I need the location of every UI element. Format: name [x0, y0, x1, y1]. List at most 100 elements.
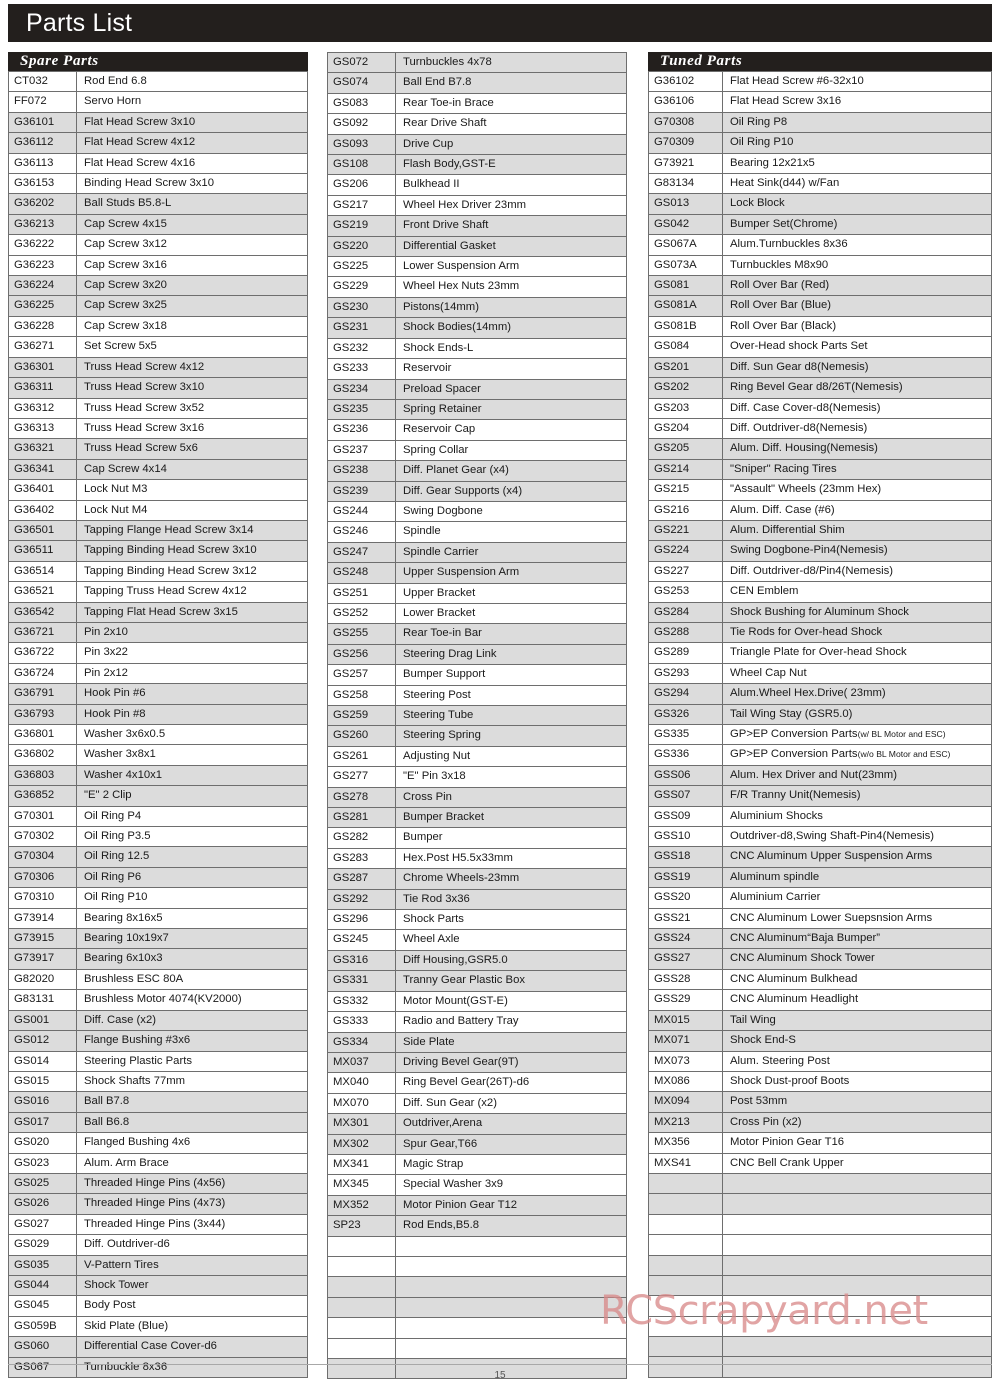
table-row: GS072 Turnbuckles 4x78 — [327, 51, 627, 74]
part-description: Spring Retainer — [395, 398, 627, 421]
part-code: G73921 — [648, 152, 723, 175]
part-description: Diff. Case Cover-d8(Nemesis) — [722, 397, 992, 419]
table-row: GS332 Motor Mount(GST-E) — [327, 990, 627, 1013]
part-code: G36341 — [8, 458, 77, 481]
part-code: GS016 — [8, 1091, 77, 1113]
part-code: MX301 — [327, 1113, 396, 1135]
part-code: GS219 — [327, 215, 396, 237]
table-row: G36852 "E" 2 Clip — [8, 785, 308, 807]
table-row: G36224 Cap Screw 3x20 — [8, 275, 308, 297]
part-description: Special Washer 3x9 — [395, 1174, 627, 1196]
table-row: GS045 Body Post — [8, 1295, 308, 1317]
table-row: GS236 Reservoir Cap — [327, 419, 627, 441]
table-row: GS093 Drive Cup — [327, 133, 627, 156]
part-code: GS332 — [327, 990, 396, 1013]
part-code: GS042 — [648, 213, 723, 236]
table-row: GS203 Diff. Case Cover-d8(Nemesis) — [648, 397, 992, 419]
part-description — [722, 1213, 992, 1236]
part-description: Oil Ring P3.5 — [76, 826, 308, 848]
part-description: Cap Screw 3x18 — [76, 315, 308, 338]
part-code: GS045 — [8, 1295, 77, 1317]
part-code: G36271 — [8, 336, 77, 358]
part-code: GS231 — [327, 317, 396, 339]
table-row: G36222 Cap Screw 3x12 — [8, 234, 308, 256]
table-row: GS283 Hex.Post H5.5x33mm — [327, 847, 627, 870]
part-code: GS035 — [8, 1254, 77, 1276]
part-code: GS017 — [8, 1111, 77, 1134]
part-description: Wheel Axle — [395, 929, 627, 951]
part-code: GS205 — [648, 438, 723, 460]
part-code: GS245 — [327, 929, 396, 951]
part-code: GS244 — [327, 500, 396, 523]
part-code: GS230 — [327, 296, 396, 319]
part-description: Binding Head Screw 3x10 — [76, 173, 308, 195]
part-code: GS289 — [648, 642, 723, 664]
part-code: SP23 — [327, 1215, 396, 1237]
part-description-note: (w/o BL Motor and ESC) — [857, 749, 951, 760]
part-description: Differential Case Cover-d6 — [76, 1336, 308, 1358]
table-row: GSS29 CNC Aluminum Headlight — [648, 989, 992, 1011]
part-description: Magic Strap — [395, 1153, 627, 1176]
table-row: GS293 Wheel Cap Nut — [648, 662, 992, 685]
table-row — [648, 1193, 992, 1215]
table-row: G83134 Heat Sink(d44) w/Fan — [648, 173, 992, 195]
part-code: GSS19 — [648, 866, 723, 889]
part-code: GSS09 — [648, 805, 723, 828]
part-code: GS108 — [327, 154, 396, 176]
part-code: GS203 — [648, 397, 723, 419]
part-code: GS236 — [327, 419, 396, 441]
table-row: G36225 Cap Screw 3x25 — [8, 295, 308, 317]
part-description — [395, 1317, 627, 1339]
table-row: GS081B Roll Over Bar (Black) — [648, 315, 992, 338]
part-description: Swing Dogbone-Pin4(Nemesis) — [722, 540, 992, 562]
table-row: GS025 Threaded Hinge Pins (4x56) — [8, 1172, 308, 1195]
parts-column-2: GS072 Turnbuckles 4x78 GS074 Ball End B7.8 G… — [327, 51, 627, 1380]
part-description: GP>EP Conversion Parts(w/ BL Motor and E… — [722, 723, 992, 746]
table-row: G36311 Truss Head Screw 3x10 — [8, 377, 308, 399]
table-row: GS248 Upper Suspension Arm — [327, 562, 627, 584]
part-description: Ring Bevel Gear(26T)-d6 — [395, 1072, 627, 1094]
part-description: Aluminum spindle — [722, 866, 992, 889]
part-description: Shock Tower — [76, 1274, 308, 1297]
table-row: GS257 Bumper Support — [327, 664, 627, 686]
part-code: MX352 — [327, 1194, 396, 1217]
part-code: GS229 — [327, 276, 396, 298]
part-code: G73917 — [8, 948, 77, 970]
part-code: GS081B — [648, 315, 723, 338]
part-code: GS259 — [327, 704, 396, 727]
part-description: Bumper Bracket — [395, 807, 627, 829]
table-row: GS026 Threaded Hinge Pins (4x73) — [8, 1193, 308, 1215]
footer-divider — [8, 1364, 992, 1365]
part-code: GS256 — [327, 643, 396, 666]
part-description: Bumper Support — [395, 664, 627, 686]
table-row: GS277 "E" Pin 3x18 — [327, 766, 627, 788]
part-description: Wheel Hex Driver 23mm — [395, 194, 627, 217]
table-row: FF072 Servo Horn — [8, 91, 308, 113]
table-row: GS253 CEN Emblem — [648, 581, 992, 603]
table-row: GS206 Bulkhead II — [327, 174, 627, 196]
part-code: GS029 — [8, 1234, 77, 1256]
part-description: Wheel Hex Nuts 23mm — [395, 276, 627, 298]
part-description: Alum.Wheel Hex.Drive( 23mm) — [722, 683, 992, 705]
part-code: GSS24 — [648, 928, 723, 950]
part-description: Flat Head Screw 4x12 — [76, 132, 308, 154]
table-row: G73917 Bearing 6x10x3 — [8, 948, 308, 970]
table-row: GS044 Shock Tower — [8, 1274, 308, 1297]
table-row: G36793 Hook Pin #8 — [8, 703, 308, 726]
part-description-main: GP>EP Conversion Parts — [730, 728, 858, 740]
part-description: Alum. Diff. Housing(Nemesis) — [722, 438, 992, 460]
table-row: GS227 Diff. Outdriver-d8/Pin4(Nemesis) — [648, 560, 992, 583]
table-row — [327, 1235, 627, 1257]
part-code: GS334 — [327, 1031, 396, 1053]
table-row: GS292 Tie Rod 3x36 — [327, 888, 627, 911]
part-description: Cap Screw 3x20 — [76, 275, 308, 297]
part-code: GS252 — [327, 602, 396, 625]
part-description: Bearing 10x19x7 — [76, 928, 308, 950]
part-description — [722, 1172, 992, 1195]
table-row: GS012 Flange Bushing #3x6 — [8, 1030, 308, 1052]
part-code: GS233 — [327, 358, 396, 380]
part-code: GS214 — [648, 458, 723, 481]
table-row: GS239 Diff. Gear Supports (x4) — [327, 480, 627, 502]
part-code: GSS27 — [648, 948, 723, 970]
table-row: GS237 Spring Collar — [327, 439, 627, 462]
